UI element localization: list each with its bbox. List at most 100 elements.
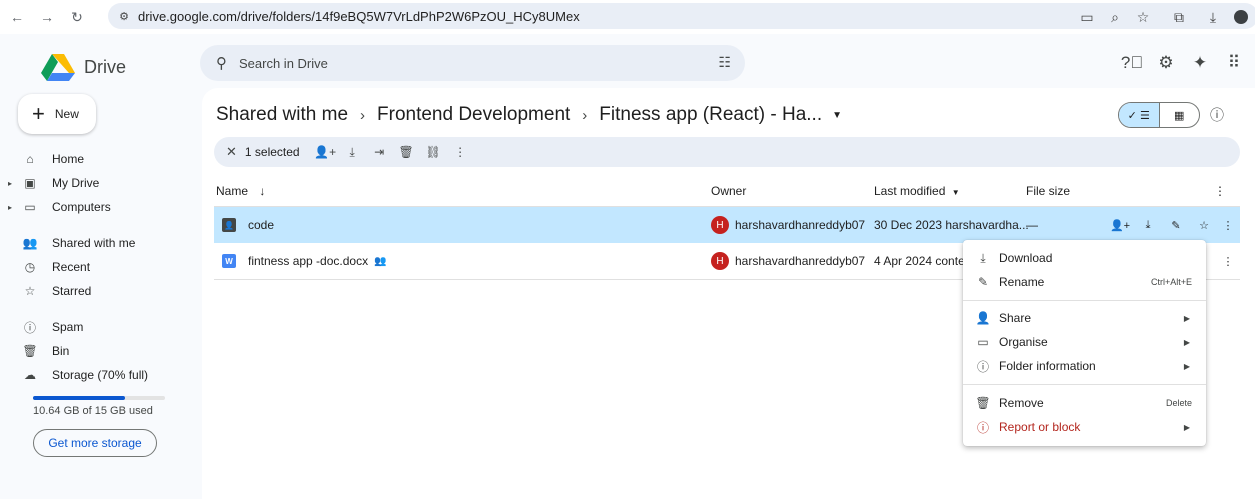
bookmark-star-icon[interactable]: ☆ — [1129, 3, 1157, 31]
menu-item-label: Share — [999, 311, 1032, 325]
selection-toolbar: ✕ 1 selected 👤+ ⤓ ⇥ 🗑 ⛓ ⋮ — [214, 137, 1240, 167]
download-icon[interactable]: ⤓ — [1137, 219, 1159, 232]
menu-item-share[interactable]: 👤 Share ▶ — [963, 306, 1206, 330]
sidebar-item-bin[interactable]: 🗑 Bin — [0, 340, 200, 362]
more-actions-icon[interactable]: ⋮ — [1217, 219, 1239, 232]
chevron-right-icon: › — [582, 106, 588, 124]
owner-avatar: H — [711, 252, 729, 270]
menu-item-organise[interactable]: ▭ Organise ▶ — [963, 330, 1206, 354]
back-icon[interactable]: ← — [6, 6, 28, 28]
word-doc-icon: W — [222, 254, 236, 268]
expand-caret-icon[interactable]: ▸ — [0, 203, 12, 212]
sidebar-item-starred[interactable]: ☆ Starred — [0, 280, 200, 302]
dropdown-arrow-icon[interactable]: ▼ — [952, 188, 960, 197]
sort-arrow-icon[interactable]: ↓ — [259, 184, 265, 198]
details-info-icon[interactable]: ⓘ — [1210, 105, 1224, 125]
sidebar-item-spam[interactable]: ⓘ Spam — [0, 316, 200, 338]
clear-selection-icon[interactable]: ✕ — [226, 144, 237, 160]
column-header-name[interactable]: Name ↓ — [216, 184, 265, 198]
sidebar-item-storage[interactable]: ☁ Storage (70% full) — [0, 364, 200, 386]
menu-item-label: Remove — [999, 396, 1044, 410]
bin-icon: 🗑 — [975, 396, 991, 410]
breadcrumb-item[interactable]: Frontend Development — [377, 104, 570, 126]
get-more-storage-button[interactable]: Get more storage — [33, 429, 157, 457]
info-icon: ⓘ — [976, 359, 989, 374]
more-actions-icon[interactable]: ⋮ — [447, 145, 474, 159]
url-text[interactable]: drive.google.com/drive/folders/14f9eBQ5W… — [138, 9, 580, 24]
apps-grid-icon[interactable]: ⠿ — [1217, 48, 1251, 78]
sidebar-item-label: Recent — [52, 260, 91, 274]
move-icon[interactable]: ⇥ — [366, 145, 393, 159]
context-menu: ⤓ Download ✎ Rename Ctrl+Alt+E 👤 Share ▶… — [963, 240, 1206, 446]
site-settings-icon[interactable]: ⚙ — [116, 8, 132, 24]
settings-icon[interactable]: ⚙ — [1149, 48, 1183, 78]
sidebar-item-label: My Drive — [52, 176, 100, 190]
computers-icon: ▭ — [24, 200, 36, 214]
star-icon[interactable]: ☆ — [1193, 219, 1215, 232]
search-input[interactable]: Search in Drive — [239, 56, 328, 71]
share-icon[interactable]: 👤+ — [312, 145, 339, 159]
sidebar-item-label: Bin — [52, 344, 70, 358]
sidebar-item-my-drive[interactable]: ▸ ▣ My Drive — [0, 172, 200, 194]
search-options-icon[interactable]: ☷ — [718, 54, 731, 71]
column-header-modified[interactable]: Last modified ▼ — [874, 184, 960, 198]
selection-count: 1 selected — [244, 145, 300, 159]
dropdown-arrow-icon[interactable]: ▼ — [832, 110, 842, 121]
sidebar-item-shared[interactable]: 👥 Shared with me — [0, 232, 200, 254]
menu-item-rename[interactable]: ✎ Rename Ctrl+Alt+E — [963, 270, 1206, 294]
sidebar-item-label: Computers — [52, 200, 111, 214]
search-icon[interactable]: ⚲ — [216, 54, 227, 72]
owner-avatar: H — [711, 216, 729, 234]
menu-divider — [963, 384, 1206, 385]
cast-icon[interactable]: ▭ — [1073, 3, 1101, 31]
extensions-icon[interactable]: ⧉ — [1165, 3, 1193, 31]
expand-caret-icon[interactable]: ▸ — [0, 179, 12, 188]
sidebar-item-computers[interactable]: ▸ ▭ Computers — [0, 196, 200, 218]
list-view-button[interactable]: ✓ ☰ — [1119, 103, 1160, 127]
storage-bar-fill — [33, 396, 126, 400]
menu-item-report-or-block[interactable]: ⓘ Report or block ▶ — [963, 415, 1206, 439]
download-icon[interactable]: ⤓ — [339, 145, 366, 160]
breadcrumb-current[interactable]: Fitness app (React) - Ha... — [599, 104, 822, 126]
menu-item-label: Organise — [999, 335, 1048, 349]
profile-avatar[interactable] — [1227, 3, 1255, 31]
home-icon: ⌂ — [26, 152, 34, 166]
drive-logo[interactable]: Drive — [40, 52, 126, 82]
column-header-owner[interactable]: Owner — [711, 184, 746, 198]
view-toggle: ✓ ☰ ▦ — [1118, 102, 1200, 128]
sidebar-item-home[interactable]: ⌂ Home — [0, 148, 200, 170]
menu-item-folder-information[interactable]: ⓘ Folder information ▶ — [963, 354, 1206, 378]
new-button[interactable]: + New — [18, 94, 96, 134]
search-bar[interactable]: ⚲ Search in Drive ☷ — [200, 45, 745, 81]
bin-icon: 🗑 — [22, 344, 38, 358]
zoom-icon[interactable]: ⌕ — [1101, 3, 1129, 31]
storage-bar — [33, 396, 165, 400]
sidebar-item-label: Shared with me — [52, 236, 136, 250]
delete-icon[interactable]: 🗑 — [393, 145, 420, 159]
rename-icon[interactable]: ✎ — [1165, 219, 1187, 232]
menu-item-label: Download — [999, 251, 1053, 265]
report-icon: ⓘ — [976, 420, 989, 435]
help-icon[interactable]: ?⃝ — [1115, 48, 1149, 78]
share-icon[interactable]: 👤+ — [1109, 219, 1131, 232]
storage-usage-text: 10.64 GB of 15 GB used — [33, 405, 153, 417]
table-row[interactable]: 👤 code H harshavardhanreddyb07 30 Dec 20… — [214, 207, 1240, 243]
menu-item-remove[interactable]: 🗑 Remove Delete — [963, 391, 1206, 415]
browser-download-icon[interactable]: ⤓ — [1199, 3, 1227, 31]
column-header-size[interactable]: File size — [1026, 184, 1070, 198]
file-name: code — [248, 218, 275, 232]
reload-icon[interactable]: ↻ — [66, 6, 88, 28]
sidebar-item-recent[interactable]: ◷ Recent — [0, 256, 200, 278]
copy-link-icon[interactable]: ⛓ — [420, 145, 447, 159]
forward-icon[interactable]: → — [36, 6, 58, 28]
sidebar-item-label: Home — [52, 152, 85, 166]
recent-icon: ◷ — [24, 260, 36, 274]
more-actions-icon[interactable]: ⋮ — [1217, 255, 1239, 268]
gemini-icon[interactable]: ✦ — [1183, 48, 1217, 78]
column-options-icon[interactable]: ⋮ — [1214, 184, 1226, 198]
menu-item-label: Report or block — [999, 420, 1081, 434]
breadcrumb-item[interactable]: Shared with me — [216, 104, 348, 126]
drive-logo-icon — [41, 54, 75, 81]
grid-view-button[interactable]: ▦ — [1160, 103, 1200, 127]
menu-item-download[interactable]: ⤓ Download — [963, 246, 1206, 270]
